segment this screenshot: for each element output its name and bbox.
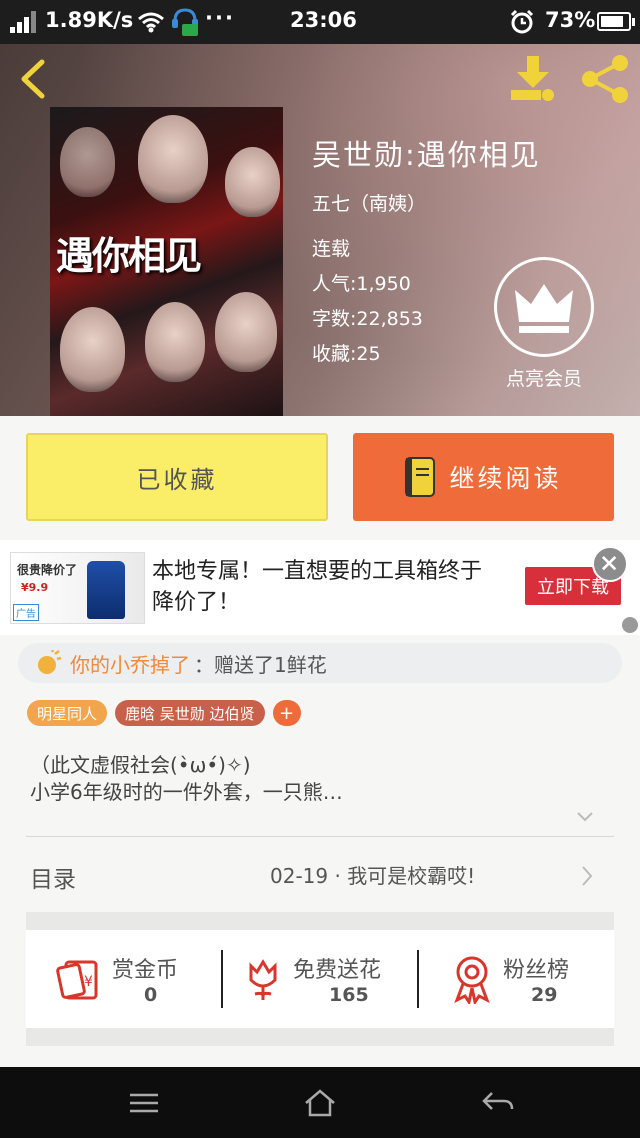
flower-notice[interactable]: 你的小乔掉了 ：赠送了1鲜花 [18, 643, 622, 683]
continue-reading-label: 继续阅读 [449, 464, 562, 493]
signal-icon [10, 11, 38, 33]
medal-icon [454, 956, 490, 1004]
drill-image [87, 561, 125, 619]
book-title: 吴世勋:遇你相见 [312, 138, 541, 172]
book-favorites: 收藏:25 [312, 343, 381, 365]
section-separator [26, 1028, 614, 1046]
divider [26, 836, 614, 837]
ad-image[interactable]: 很贵降价了 ¥9.9 广告 [10, 552, 145, 624]
ad-image-price: ¥9.9 [21, 581, 49, 594]
collected-button[interactable]: 已收藏 [26, 433, 328, 521]
flower-icon [249, 959, 277, 1000]
fans-value: 29 [531, 984, 558, 1006]
ad-text[interactable]: 本地专属！一直想要的工具箱终于降价了！ [152, 556, 492, 618]
continue-reading-button[interactable]: 继续阅读 [353, 433, 614, 521]
tag-list: 明星同人 鹿晗 吴世勋 边伯贤 + [27, 700, 301, 726]
download-icon[interactable] [505, 54, 561, 104]
clock: 23:06 [290, 8, 357, 32]
status-bar: 1.89K/s ··· 23:06 73% [0, 0, 640, 44]
reward-value: 0 [144, 984, 158, 1006]
cover-title: 遇你相见 [56, 233, 202, 278]
vip-button[interactable] [494, 257, 594, 357]
battery-icon [597, 12, 635, 31]
flowers-value: 165 [329, 984, 369, 1006]
book-header: 遇你相见 吴世勋:遇你相见 五七（南姨） 连载 人气:1,950 字数:22,8… [0, 44, 640, 416]
system-nav-bar [0, 1067, 640, 1138]
home-icon[interactable] [302, 1087, 338, 1119]
ad-tag: 广告 [13, 604, 39, 621]
section-separator [26, 912, 614, 930]
ad-info-icon[interactable] [622, 617, 638, 633]
book-cover[interactable]: 遇你相见 [50, 107, 283, 416]
tag-category[interactable]: 明星同人 [27, 700, 108, 726]
back-nav-icon[interactable] [480, 1087, 516, 1119]
fan-ranking[interactable]: 粉丝榜 29 [419, 930, 614, 1028]
fans-label: 粉丝榜 [503, 958, 570, 983]
battery-percent: 73% [545, 8, 596, 32]
ad-image-text: 很贵降价了 [17, 563, 78, 577]
book-status: 连载 [312, 238, 351, 260]
menu-icon[interactable] [126, 1087, 162, 1119]
collected-label: 已收藏 [136, 465, 218, 494]
chevron-down-icon[interactable] [576, 810, 594, 824]
wifi-icon [138, 12, 164, 33]
close-icon[interactable] [592, 546, 628, 582]
tag-characters[interactable]: 鹿晗 吴世勋 边伯贤 [115, 700, 265, 726]
book-icon [405, 457, 436, 497]
network-speed: 1.89K/s [45, 8, 134, 32]
red-envelope-icon: ¥ [56, 960, 98, 1000]
vip-label: 点亮会员 [505, 368, 582, 390]
alarm-icon [510, 9, 534, 34]
description-line: 小学6年级时的一件外套，一只熊… [30, 780, 343, 804]
description-line: （此文虚假社会(•̀ω•́)✧) [30, 753, 251, 777]
latest-chapter[interactable]: 02-19 · 我可是校霸哎! [270, 860, 475, 889]
book-popularity: 人气:1,950 [312, 273, 411, 295]
add-tag-button[interactable]: + [272, 700, 301, 726]
reward-coins[interactable]: ¥ 赏金币 0 [26, 930, 222, 1028]
free-flowers[interactable]: 免费送花 165 [223, 930, 417, 1028]
back-icon[interactable] [14, 58, 56, 100]
chat-assistant-icon [172, 8, 198, 36]
book-word-count: 字数:22,853 [312, 308, 423, 330]
more-notifications: ··· [205, 6, 235, 30]
svg-text:¥: ¥ [84, 974, 93, 990]
flowers-label: 免费送花 [293, 958, 382, 983]
crown-icon [515, 284, 573, 333]
chevron-right-icon[interactable] [580, 864, 594, 888]
book-description[interactable]: （此文虚假社会(•̀ω•́)✧) 小学6年级时的一件外套，一只熊… [30, 752, 590, 806]
megaphone-icon [38, 650, 62, 674]
book-author[interactable]: 五七（南姨） [312, 189, 426, 216]
share-icon[interactable] [578, 52, 632, 106]
stats-bar: ¥ 赏金币 0 免费送花 165 粉丝榜 29 [26, 930, 614, 1028]
sender-name[interactable]: 你的小乔掉了 [70, 649, 190, 678]
toc-label[interactable]: 目录 [30, 860, 76, 894]
reward-label: 赏金币 [112, 958, 179, 983]
notice-message: ：赠送了1鲜花 [194, 652, 327, 677]
